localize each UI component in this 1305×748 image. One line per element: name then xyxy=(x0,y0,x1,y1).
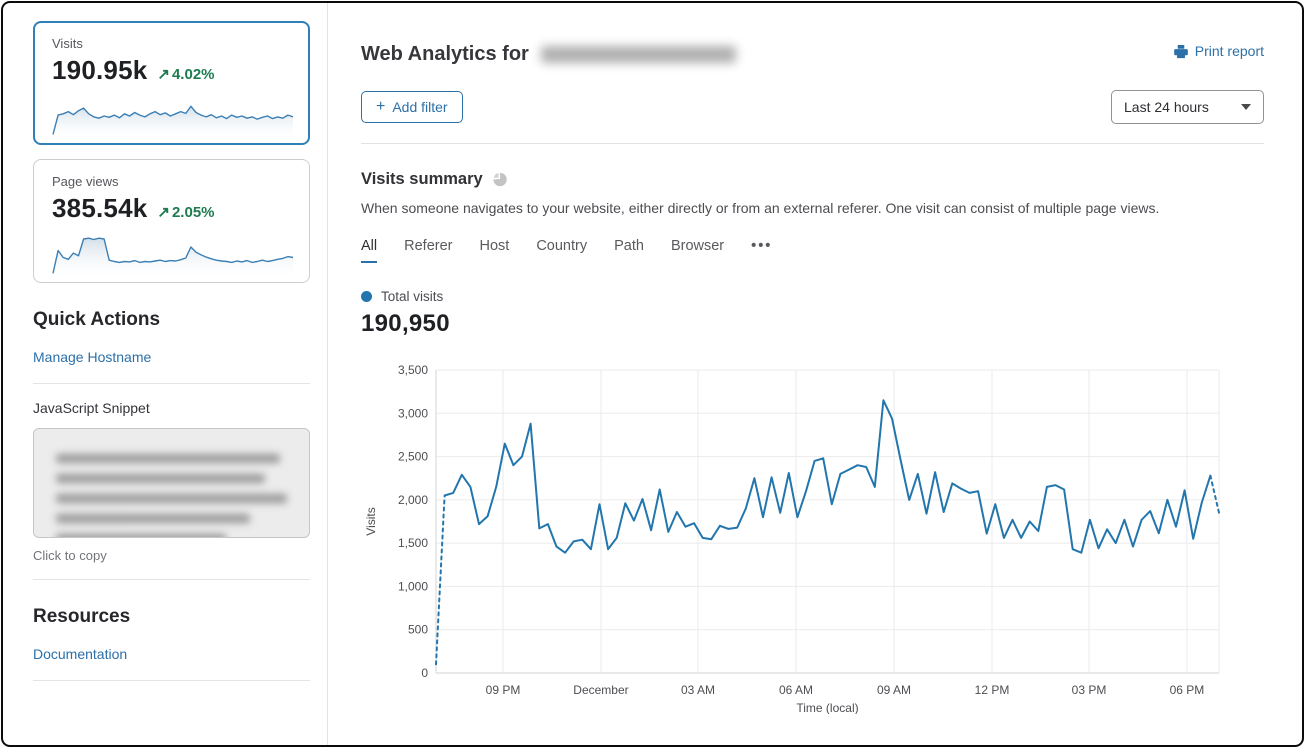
app-window: Visits 190.95k ↗4.02% Page views 385.54k… xyxy=(1,1,1304,747)
metric-card-value: 190.95k xyxy=(52,55,147,86)
more-tabs-button[interactable]: ••• xyxy=(751,238,772,263)
metric-card-label: Visits xyxy=(52,36,291,51)
javascript-snippet-label: JavaScript Snippet xyxy=(33,400,310,416)
sidebar: Visits 190.95k ↗4.02% Page views 385.54k… xyxy=(3,3,328,745)
documentation-link[interactable]: Documentation xyxy=(33,646,127,662)
svg-text:0: 0 xyxy=(421,666,428,680)
svg-text:03 AM: 03 AM xyxy=(681,683,715,697)
tab-path[interactable]: Path xyxy=(614,238,644,263)
svg-text:12 PM: 12 PM xyxy=(975,683,1010,697)
metric-delta-value: 2.05% xyxy=(172,204,215,221)
plus-icon: + xyxy=(376,101,385,113)
visits-summary-description: When someone navigates to your website, … xyxy=(361,200,1264,216)
main-content: Web Analytics for Print report + Add fil… xyxy=(328,3,1302,745)
tab-host[interactable]: Host xyxy=(479,238,509,263)
visits-sparkline xyxy=(52,92,294,140)
svg-text:1,500: 1,500 xyxy=(398,536,428,550)
svg-text:1,000: 1,000 xyxy=(398,579,428,593)
add-filter-label: Add filter xyxy=(392,99,447,115)
svg-text:06 AM: 06 AM xyxy=(779,683,813,697)
redacted-domain xyxy=(541,46,736,63)
redacted-code-line xyxy=(56,474,265,483)
quick-actions-heading: Quick Actions xyxy=(33,309,310,331)
divider xyxy=(33,383,310,384)
svg-text:December: December xyxy=(573,683,628,697)
tab-referer[interactable]: Referer xyxy=(404,238,452,263)
svg-text:09 AM: 09 AM xyxy=(877,683,911,697)
redacted-code-line xyxy=(56,494,287,503)
metric-delta-value: 4.02% xyxy=(172,66,215,83)
svg-text:Time (local): Time (local) xyxy=(796,701,858,714)
metric-card-page-views[interactable]: Page views 385.54k ↗2.05% xyxy=(33,159,310,283)
svg-text:06 PM: 06 PM xyxy=(1170,683,1205,697)
metric-card-visits[interactable]: Visits 190.95k ↗4.02% xyxy=(33,21,310,145)
manage-hostname-link[interactable]: Manage Hostname xyxy=(33,349,151,365)
print-report-link[interactable]: Print report xyxy=(1173,43,1264,59)
page-title-text: Web Analytics for xyxy=(361,43,529,66)
resources-heading: Resources xyxy=(33,606,310,628)
svg-text:03 PM: 03 PM xyxy=(1072,683,1107,697)
svg-text:3,000: 3,000 xyxy=(398,406,428,420)
total-visits-value: 190,950 xyxy=(361,310,1264,338)
svg-text:09 PM: 09 PM xyxy=(486,683,521,697)
trend-up-icon: ↗ xyxy=(157,66,170,83)
divider xyxy=(33,680,310,681)
metric-card-value: 385.54k xyxy=(52,193,147,224)
redacted-code-line xyxy=(56,534,226,538)
redacted-code-line xyxy=(56,454,280,463)
click-to-copy-hint: Click to copy xyxy=(33,548,310,563)
divider xyxy=(33,579,310,580)
page-title: Web Analytics for xyxy=(361,43,736,66)
metric-trend-badge: ↗2.05% xyxy=(157,203,214,221)
page-header: Web Analytics for Print report + Add fil… xyxy=(328,3,1302,144)
trend-up-icon: ↗ xyxy=(157,204,170,221)
svg-text:3,500: 3,500 xyxy=(398,363,428,377)
metric-trend-badge: ↗4.02% xyxy=(157,65,214,83)
svg-text:Visits: Visits xyxy=(364,507,378,535)
chevron-down-icon xyxy=(1241,104,1251,110)
svg-text:2,000: 2,000 xyxy=(398,493,428,507)
chart-legend: Total visits xyxy=(361,289,1264,304)
visits-summary-section: Visits summary When someone navigates to… xyxy=(328,144,1302,729)
visits-chart: 0 500 1,000 1,500 2,000 2,500 3,000 3,500 09 PM D… xyxy=(361,356,1223,714)
metric-card-label: Page views xyxy=(52,174,291,189)
svg-text:500: 500 xyxy=(408,623,428,637)
tab-country[interactable]: Country xyxy=(536,238,587,263)
tab-browser[interactable]: Browser xyxy=(671,238,724,263)
summary-tabs: All Referer Host Country Path Browser ••… xyxy=(361,238,1264,263)
svg-text:2,500: 2,500 xyxy=(398,450,428,464)
javascript-snippet-box[interactable] xyxy=(33,428,310,538)
tab-all[interactable]: All xyxy=(361,238,377,263)
redacted-code-line xyxy=(56,514,250,523)
page-views-sparkline xyxy=(52,230,294,278)
add-filter-button[interactable]: + Add filter xyxy=(361,91,463,123)
printer-icon xyxy=(1173,44,1189,59)
time-range-value: Last 24 hours xyxy=(1124,99,1209,115)
legend-dot-icon xyxy=(361,291,372,302)
time-range-select[interactable]: Last 24 hours xyxy=(1111,90,1264,124)
print-report-label: Print report xyxy=(1195,43,1264,59)
pie-chart-icon xyxy=(492,172,507,187)
visits-summary-title: Visits summary xyxy=(361,170,483,189)
legend-label: Total visits xyxy=(381,289,443,304)
